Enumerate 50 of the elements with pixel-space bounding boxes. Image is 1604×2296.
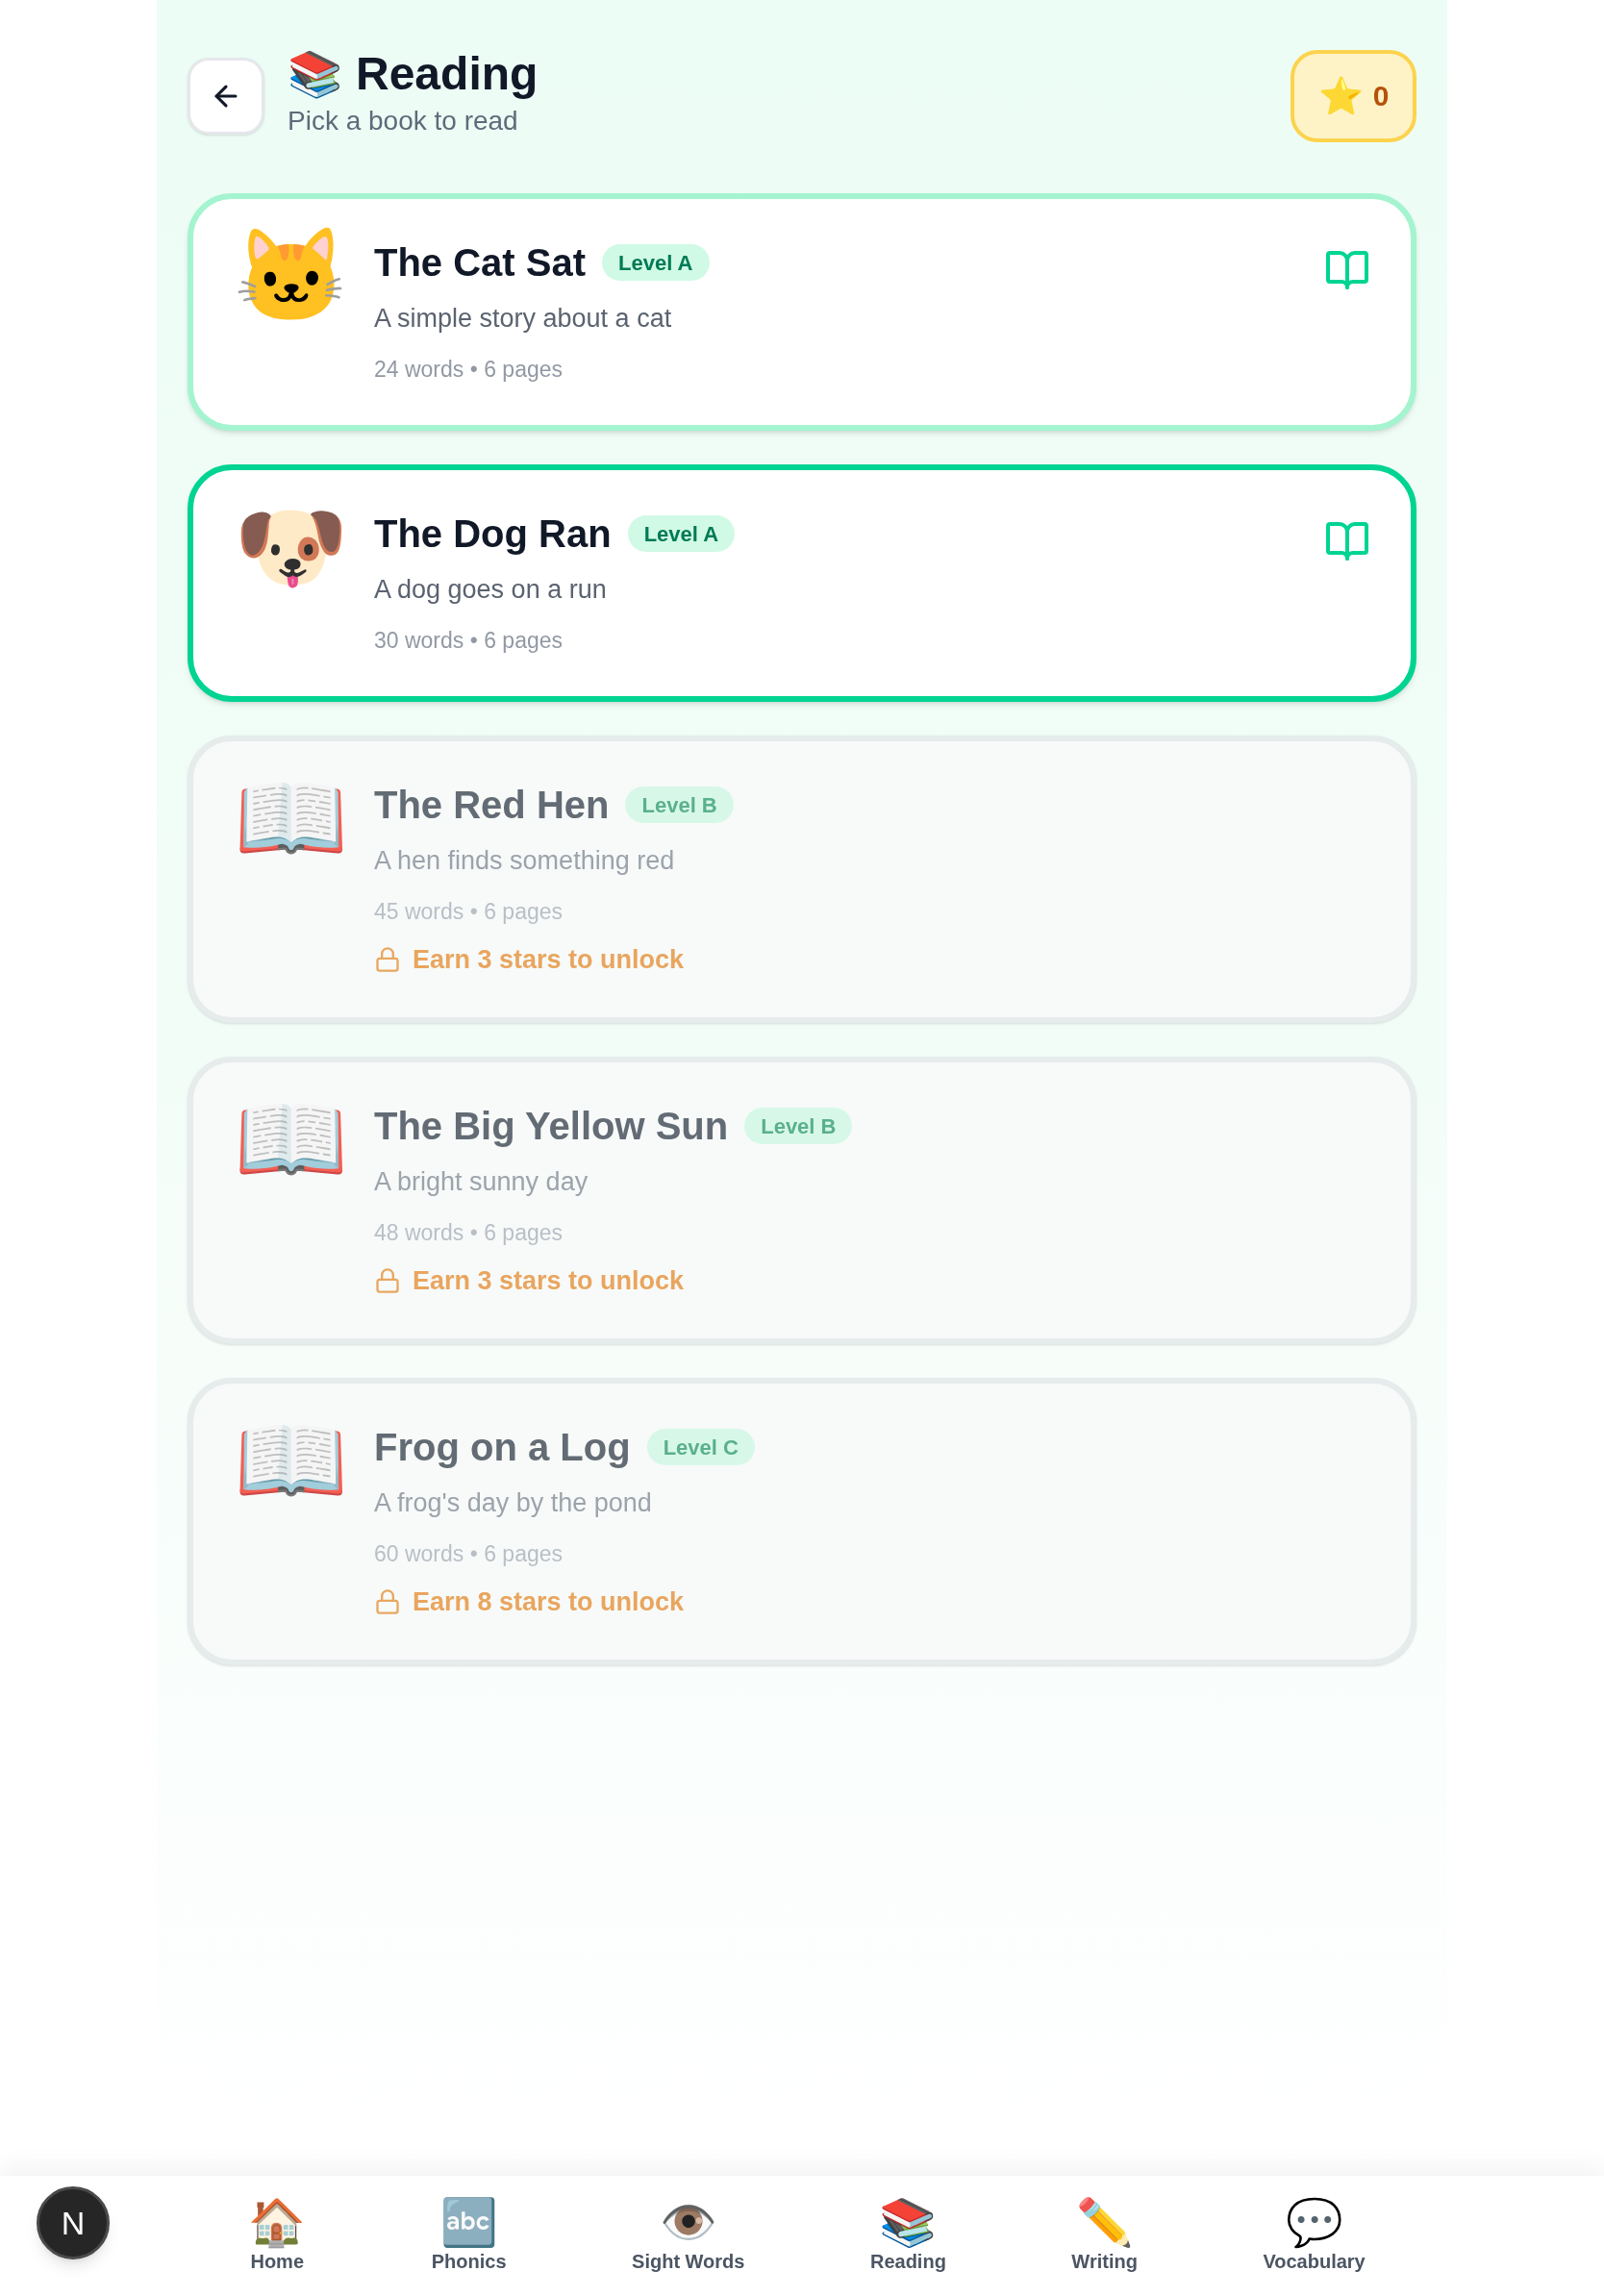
book-title: The Red Hen [374, 783, 610, 828]
page-subtitle: Pick a book to read [288, 105, 519, 137]
lock-icon [374, 946, 401, 973]
book-card[interactable]: 🐱 The Cat Sat Level A A simple story about a cat 24 words • 6 pages [188, 193, 1416, 431]
book-description: A simple story about a cat [374, 303, 672, 335]
book-description: A bright sunny day [374, 1166, 589, 1198]
book-title: The Cat Sat [374, 240, 587, 286]
book-details: 30 words • 6 pages [374, 627, 563, 655]
lock-icon [374, 1267, 401, 1294]
book-title: The Dog Ran [374, 512, 612, 557]
book-details: 24 words • 6 pages [374, 356, 563, 384]
level-badge: Level C [646, 1429, 755, 1465]
eye-icon: 👁 [659, 2195, 717, 2250]
books-stack-icon: 📚 [879, 2195, 938, 2250]
nav-item[interactable]: 🏠 Home [235, 2195, 320, 2273]
pencil-icon: ✏ [1075, 2195, 1134, 2250]
star-count: 0 [1372, 82, 1390, 111]
book-card[interactable]: 🐶 The Dog Ran Level A A dog goes on a run 30 words • 6 pages [188, 464, 1416, 702]
page-title: Reading [356, 48, 539, 100]
abc-letters-icon: 🔤 [439, 2195, 498, 2250]
level-badge: Level A [627, 515, 736, 552]
book-title: The Big Yellow Sun [374, 1104, 729, 1149]
nav-item[interactable]: 👁 Sight Words [618, 2195, 759, 2273]
book-details: 45 words • 6 pages [374, 898, 563, 926]
book-title: Frog on a Log [374, 1425, 631, 1470]
level-badge: Level A [602, 244, 710, 281]
nav-item[interactable]: 🔤 Phonics [417, 2195, 520, 2273]
back-button[interactable] [188, 58, 264, 135]
nav-item[interactable]: 📚 Reading [856, 2195, 960, 2273]
dog-face-icon: 🐶 [234, 501, 340, 593]
book-description: A hen finds something red [374, 845, 675, 877]
star-icon: ⭐ [1317, 78, 1364, 114]
open-book-icon: 📖 [234, 772, 340, 864]
book-description: A dog goes on a run [374, 574, 607, 606]
nav-item[interactable]: ✏ Writing [1058, 2195, 1151, 2273]
unlock-hint: Earn 8 stars to unlock [413, 1586, 685, 1618]
speech-bubble-icon: 💬 [1285, 2195, 1343, 2250]
books-stack-icon: 📚 [288, 48, 342, 100]
book-description: A frog's day by the pond [374, 1487, 652, 1519]
open-book-icon: 📖 [234, 1093, 340, 1185]
book-details: 60 words • 6 pages [374, 1540, 563, 1568]
unlock-hint: Earn 3 stars to unlock [413, 1265, 685, 1297]
level-badge: Level B [744, 1108, 853, 1144]
unlock-hint: Earn 3 stars to unlock [413, 944, 685, 976]
lock-icon [374, 1588, 401, 1615]
open-book-icon: 📖 [234, 1414, 340, 1507]
level-badge: Level B [625, 786, 734, 823]
book-details: 48 words • 6 pages [374, 1219, 563, 1247]
nav-item[interactable]: 💬 Vocabulary [1249, 2195, 1379, 2273]
house-icon: 🏠 [248, 2195, 307, 2250]
